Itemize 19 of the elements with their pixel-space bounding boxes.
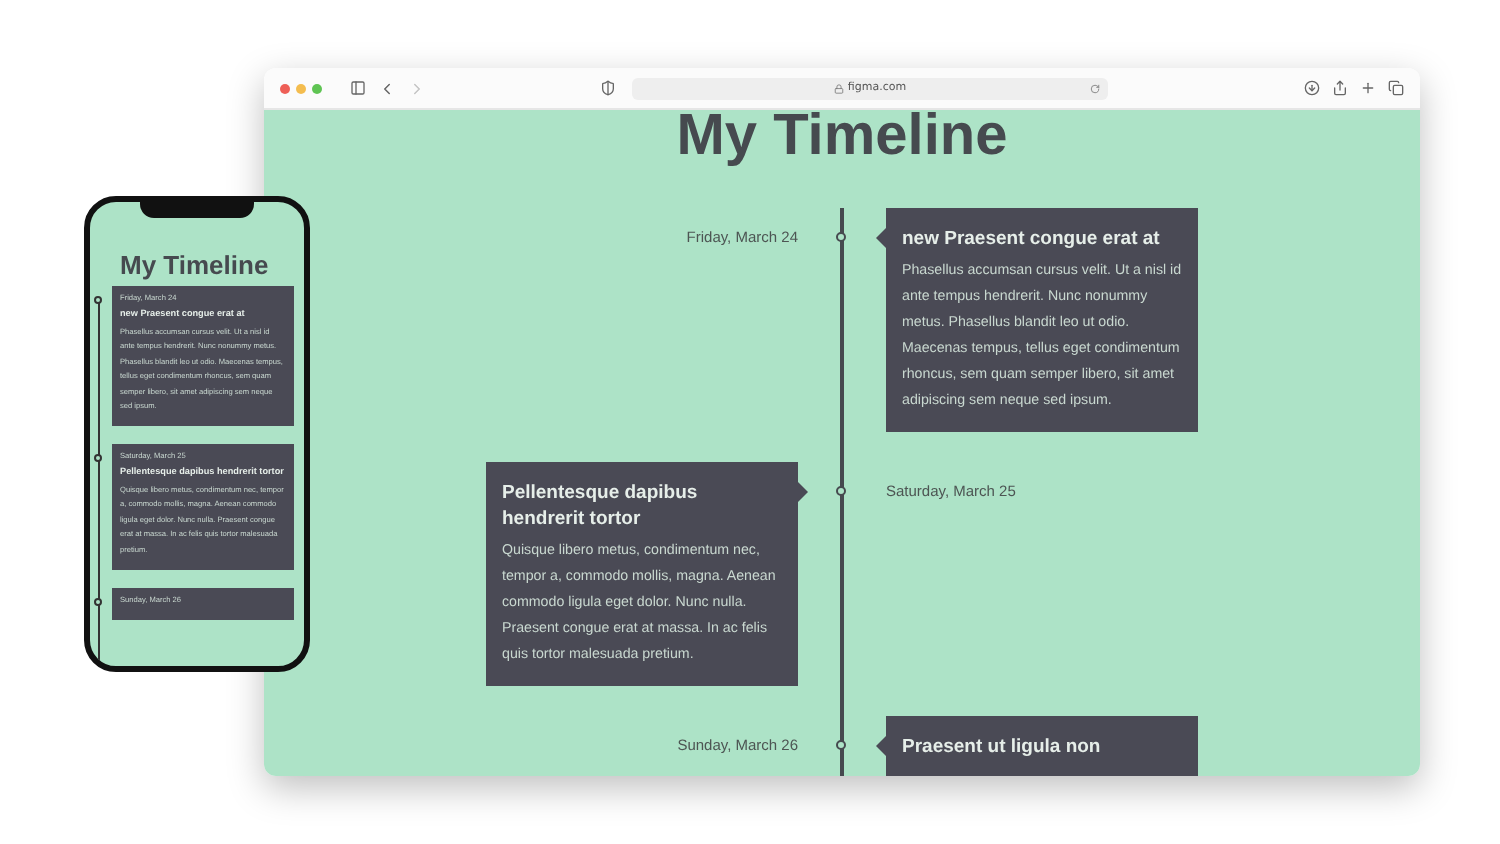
share-icon[interactable] <box>1332 80 1348 96</box>
timeline-marker <box>836 740 846 750</box>
sidebar-icon[interactable] <box>350 80 366 96</box>
event-title: Praesent ut ligula non <box>902 734 1103 760</box>
shield-icon[interactable] <box>600 80 616 96</box>
tabs-icon[interactable] <box>1388 80 1404 96</box>
phone-notch <box>140 202 254 218</box>
timeline-marker <box>836 486 846 496</box>
reload-icon[interactable] <box>1090 83 1100 93</box>
download-icon[interactable] <box>1304 80 1320 96</box>
event-title: new Praesent congue erat at <box>902 226 1162 252</box>
close-icon[interactable] <box>280 83 290 93</box>
back-icon[interactable] <box>378 79 396 97</box>
timeline-marker <box>836 232 846 242</box>
event-title: Pellentesque dapibus hendrerit tortor <box>502 480 700 532</box>
page-title: My Timeline <box>674 110 1010 172</box>
lock-icon <box>833 83 844 93</box>
plus-icon[interactable] <box>1360 80 1376 96</box>
page-title: My Timeline <box>120 250 271 280</box>
